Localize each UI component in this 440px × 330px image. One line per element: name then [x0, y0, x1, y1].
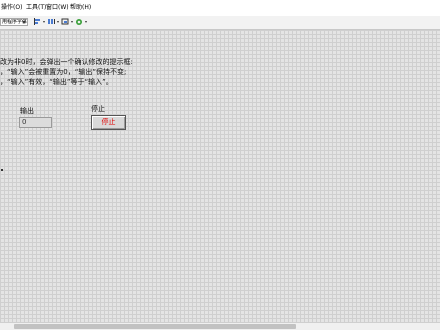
description-line-1: 改为非0时，会弹出一个确认修改的提示框:	[0, 58, 133, 66]
stop-label: 停止	[91, 105, 105, 113]
align-objects-button[interactable]	[33, 17, 47, 27]
chevron-down-icon	[22, 21, 26, 24]
font-dropdown[interactable]: 用程序字体	[0, 18, 28, 26]
menu-help[interactable]: 帮助(H)	[70, 3, 91, 12]
menu-operate[interactable]: 操作(O)	[1, 3, 22, 12]
align-objects-icon	[34, 18, 45, 25]
toolbar: 用程序字体	[0, 16, 440, 30]
distribute-objects-button[interactable]	[47, 17, 61, 27]
scrollbar-thumb[interactable]	[14, 324, 296, 329]
menu-tools[interactable]: 工具(T)	[26, 3, 46, 12]
output-label: 输出	[20, 107, 34, 115]
description-line-3: ，“输入”有效，“输出”等于“输入”。	[0, 78, 113, 86]
horizontal-scrollbar[interactable]	[0, 322, 440, 330]
menu-window[interactable]: 窗口(W)	[46, 3, 69, 12]
reorder-button[interactable]	[75, 17, 89, 27]
origin-marker	[1, 169, 3, 171]
output-indicator: 0	[19, 117, 52, 128]
resize-objects-icon	[61, 18, 73, 25]
description-line-2: ，“输入”会被重置为0，“输出”保持不变;	[0, 68, 127, 76]
stop-button[interactable]: 停止	[91, 115, 126, 130]
reorder-icon	[76, 19, 87, 25]
resize-objects-button[interactable]	[61, 17, 75, 27]
front-panel-canvas[interactable]: 改为非0时，会弹出一个确认修改的提示框: ，“输入”会被重置为0，“输出”保持不…	[0, 30, 440, 322]
menu-bar: 操作(O) 工具(T) 窗口(W) 帮助(H)	[0, 0, 440, 17]
distribute-objects-icon	[48, 19, 59, 24]
